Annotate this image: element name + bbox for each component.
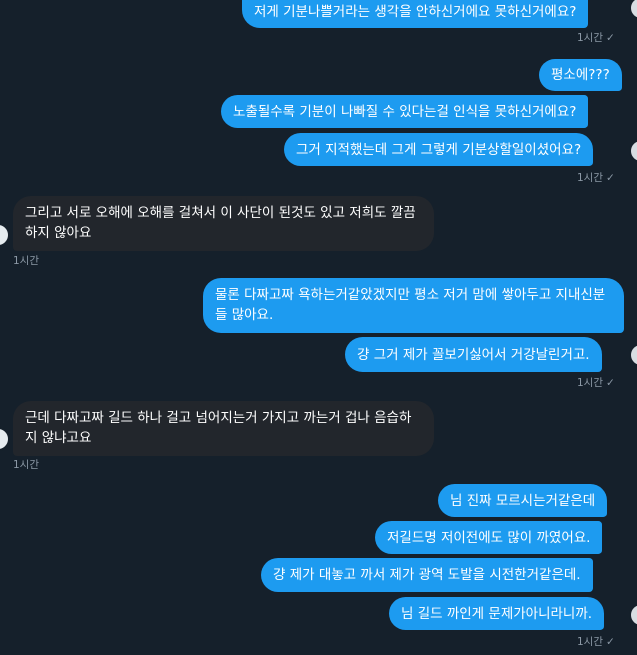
sent-message[interactable]: 걍 그거 제가 꼴보기싫어서 거강날린거고. bbox=[345, 337, 602, 372]
sent-message[interactable]: 그거 지적했는데 그게 그렇게 기분상할일이셨어요? bbox=[284, 133, 594, 166]
received-message[interactable]: 근데 다짜고짜 길드 하나 걸고 넘어지는거 가지고 까는거 겁나 음습하지 않… bbox=[13, 401, 434, 456]
read-check-icon: ✓ bbox=[606, 377, 615, 389]
sent-message[interactable]: 걍 제가 대놓고 까서 제가 광역 도발을 시전한거같은데. bbox=[261, 558, 593, 592]
sent-message[interactable]: 저게 기분나쁠거라는 생각을 안하신거에요 못하신거에요? bbox=[242, 0, 589, 28]
message-timestamp: 1시간 bbox=[13, 255, 40, 267]
read-check-icon: ✓ bbox=[606, 32, 615, 44]
message-timestamp: 1시간 ✓ bbox=[577, 377, 615, 389]
sent-message[interactable]: 님 진짜 모르시는거같은데 bbox=[438, 484, 608, 517]
message-timestamp: 1시간 ✓ bbox=[577, 32, 615, 44]
sent-message[interactable]: 노출될수록 기분이 나빠질 수 있다는걸 인식을 못하신거에요? bbox=[221, 95, 589, 128]
sent-message[interactable]: 님 길드 까인게 문제가아니라니까. bbox=[389, 597, 605, 630]
read-check-icon: ✓ bbox=[606, 636, 615, 648]
avatar[interactable] bbox=[0, 427, 10, 451]
avatar[interactable] bbox=[629, 603, 637, 627]
sent-message[interactable]: 물론 다짜고짜 욕하는거같았겠지만 평소 저거 맘에 쌓아두고 지내신분들 많아… bbox=[203, 278, 624, 333]
avatar[interactable] bbox=[629, 139, 637, 163]
read-check-icon: ✓ bbox=[606, 172, 615, 184]
avatar[interactable] bbox=[629, 343, 637, 367]
received-message[interactable]: 그리고 서로 오해에 오해를 걸쳐서 이 사단이 된것도 있고 저희도 깔끔하지… bbox=[13, 196, 434, 251]
message-timestamp: 1시간 ✓ bbox=[577, 172, 615, 184]
avatar[interactable] bbox=[629, 0, 637, 20]
avatar[interactable] bbox=[0, 223, 10, 247]
sent-message[interactable]: 평소에??? bbox=[539, 59, 622, 91]
sent-message[interactable]: 저길드명 저이전에도 많이 까였어요. bbox=[375, 521, 603, 554]
message-timestamp: 1시간 ✓ bbox=[577, 636, 615, 648]
message-timestamp: 1시간 bbox=[13, 459, 40, 471]
